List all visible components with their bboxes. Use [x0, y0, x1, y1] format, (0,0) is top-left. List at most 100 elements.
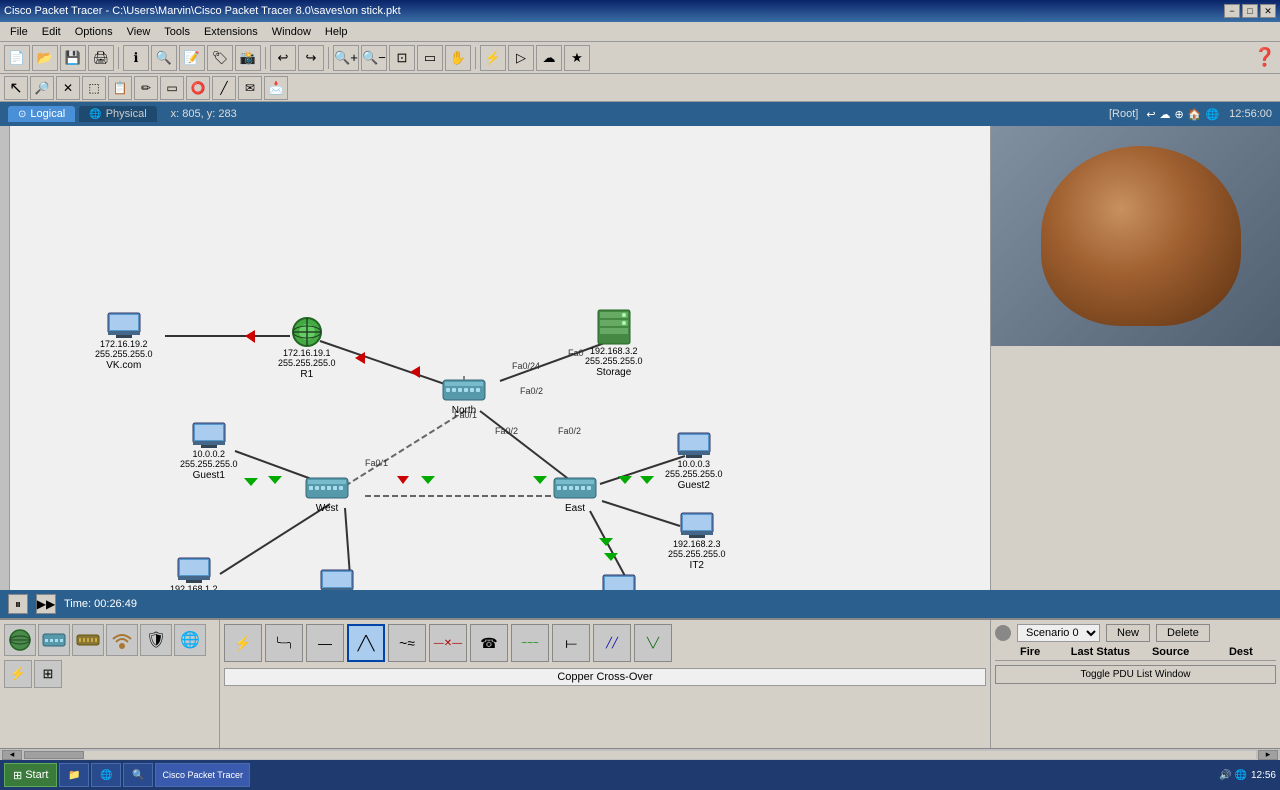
fiber-conn[interactable]: ~≈ — [388, 624, 426, 662]
lightning-tool[interactable]: ⚡ — [4, 660, 32, 688]
node-manager2[interactable]: 192.168.1.3 255.255.255.0 Manager2 — [590, 573, 648, 590]
cloud-button[interactable]: ☁ — [536, 45, 562, 71]
node-storage[interactable]: 192.168.3.2 255.255.255.0 Storage — [585, 308, 643, 378]
open-button[interactable]: 📂 — [32, 45, 58, 71]
pdu-col-dest: Dest — [1206, 646, 1276, 658]
scroll-right-button[interactable]: ▸ — [1258, 750, 1278, 760]
nav-icon1[interactable]: ↩ — [1146, 108, 1155, 121]
new-button[interactable]: 📄 — [4, 45, 30, 71]
taskbar-app-folder[interactable]: 📁 — [59, 763, 89, 787]
undo-button[interactable]: ↩ — [270, 45, 296, 71]
security-device[interactable]: 🛡 — [140, 624, 172, 656]
coax-conn[interactable]: ~~~ — [511, 624, 549, 662]
ellipse-tool[interactable]: ⭕ — [186, 76, 210, 100]
new-pdu-button[interactable]: New — [1106, 624, 1150, 642]
inspect-tool[interactable]: ⬚ — [82, 76, 106, 100]
menu-view[interactable]: View — [121, 25, 157, 39]
network-canvas[interactable]: Fa0/24 Fa0/2 Fa0/1 Fa0 Fa0/1 Fa0/2 Fa0/2… — [10, 126, 990, 590]
physical-tab[interactable]: 🌐 Physical — [79, 106, 156, 122]
zoom-fit-button[interactable]: ⊡ — [389, 45, 415, 71]
maximize-button[interactable]: □ — [1242, 4, 1258, 18]
menu-options[interactable]: Options — [69, 25, 119, 39]
draw-tool[interactable]: ✏ — [134, 76, 158, 100]
hub-device[interactable] — [72, 624, 104, 656]
menu-tools[interactable]: Tools — [158, 25, 196, 39]
taskbar-packet-tracer[interactable]: Cisco Packet Tracer — [155, 763, 250, 787]
scenario-select[interactable]: Scenario 0 — [1017, 624, 1100, 642]
wireless-device[interactable] — [106, 624, 138, 656]
menu-window[interactable]: Window — [266, 25, 317, 39]
close-button[interactable]: ✕ — [1260, 4, 1276, 18]
menu-help[interactable]: Help — [319, 25, 354, 39]
msg-tool[interactable]: ✉ — [238, 76, 262, 100]
scroll-left-button[interactable]: ◂ — [2, 750, 22, 760]
custom-button[interactable]: ★ — [564, 45, 590, 71]
pause-button[interactable]: ⏸ — [8, 594, 28, 614]
search-tool[interactable]: 🔎 — [30, 76, 54, 100]
label-button[interactable]: 🏷 — [207, 45, 233, 71]
guest1-label: Guest1 — [193, 470, 225, 481]
menu-edit[interactable]: Edit — [36, 25, 67, 39]
print-button[interactable]: 🖨 — [88, 45, 114, 71]
sim-button[interactable]: ▷ — [508, 45, 534, 71]
router-device[interactable] — [4, 624, 36, 656]
menu-file[interactable]: File — [4, 25, 34, 39]
taskbar-app-search[interactable]: 🔍 — [123, 763, 153, 787]
node-east[interactable]: East — [553, 474, 597, 514]
straight-conn[interactable]: — — [306, 624, 344, 662]
delete-pdu-button[interactable]: Delete — [1156, 624, 1210, 642]
scrollbar-thumb[interactable] — [24, 751, 84, 759]
play-button[interactable]: ▶▶ — [36, 594, 56, 614]
grid-tool[interactable]: ⊞ — [34, 660, 62, 688]
toggle-pdu-button[interactable]: Toggle PDU List Window — [995, 665, 1276, 684]
node-it2[interactable]: 192.168.2.3 255.255.255.0 IT2 — [668, 511, 726, 571]
inspect-button[interactable]: 🔍 — [151, 45, 177, 71]
taskbar-app-ie[interactable]: 🌐 — [91, 763, 121, 787]
zoom-out-button[interactable]: 🔍− — [361, 45, 387, 71]
node-west[interactable]: West — [305, 474, 349, 514]
nav-icon5[interactable]: 🌐 — [1205, 108, 1219, 121]
switch-device[interactable] — [38, 624, 70, 656]
node-r1[interactable]: 172.16.19.1 255.255.255.0 R1 — [278, 316, 336, 380]
usb-conn[interactable]: ⟝ — [552, 624, 590, 662]
nav-icon3[interactable]: ⊕ — [1175, 108, 1184, 121]
help-icon[interactable]: ❓ — [1254, 47, 1276, 68]
hand-button[interactable]: ✋ — [445, 45, 471, 71]
minimize-button[interactable]: − — [1224, 4, 1240, 18]
node-north[interactable]: North — [442, 376, 486, 416]
rect-zoom-button[interactable]: ▭ — [417, 45, 443, 71]
crossover-conn active[interactable]: ╱╲ — [347, 624, 385, 662]
pdu-button[interactable]: ⚡ — [480, 45, 506, 71]
select-tool[interactable]: ↖ — [4, 76, 28, 100]
octal-conn[interactable]: ╱╱ — [593, 624, 631, 662]
node-manager1[interactable]: 192.168.1.2 255.255.255.0 Manager1 — [165, 556, 223, 590]
green-conn[interactable]: ╲╱ — [634, 624, 672, 662]
menu-extensions[interactable]: Extensions — [198, 25, 264, 39]
phone-conn[interactable]: ☎ — [470, 624, 508, 662]
zoom-in-button[interactable]: 🔍+ — [333, 45, 359, 71]
lightning-conn[interactable]: ⚡ — [224, 624, 262, 662]
nav-icon2[interactable]: ☁ — [1160, 108, 1171, 121]
note-button[interactable]: 📝 — [179, 45, 205, 71]
node-guest2[interactable]: 10.0.0.3 255.255.255.0 Guest2 — [665, 431, 723, 491]
start-button[interactable]: ⊞Start — [4, 763, 57, 787]
pdu-tool[interactable]: 📩 — [264, 76, 288, 100]
line-tool[interactable]: ╱ — [212, 76, 236, 100]
node-guest1[interactable]: 10.0.0.2 255.255.255.0 Guest1 — [180, 421, 238, 481]
wan-device[interactable]: 🌐 — [174, 624, 206, 656]
redo-button[interactable]: ↪ — [298, 45, 324, 71]
delete-tool[interactable]: ✕ — [56, 76, 80, 100]
nav-icon4[interactable]: 🏠 — [1188, 108, 1202, 121]
info-button[interactable]: ℹ — [123, 45, 149, 71]
rect-tool[interactable]: ▭ — [160, 76, 184, 100]
node-it1[interactable]: 192.168.2.2 255.255.255.0 IT1 — [308, 568, 366, 590]
node-vkcom[interactable]: 172.16.19.2 255.255.255.0 VK.com — [95, 311, 153, 371]
note-tool[interactable]: 📋 — [108, 76, 132, 100]
scrollbar-track[interactable] — [24, 751, 1256, 759]
console-conn[interactable]: ╰─╮ — [265, 624, 303, 662]
save-button[interactable]: 💾 — [60, 45, 86, 71]
snapshot-button[interactable]: 📸 — [235, 45, 261, 71]
horizontal-scrollbar[interactable]: ◂ ▸ — [0, 748, 1280, 760]
logical-tab[interactable]: ⊙ Logical — [8, 106, 75, 122]
serial-conn[interactable]: —✕— — [429, 624, 467, 662]
